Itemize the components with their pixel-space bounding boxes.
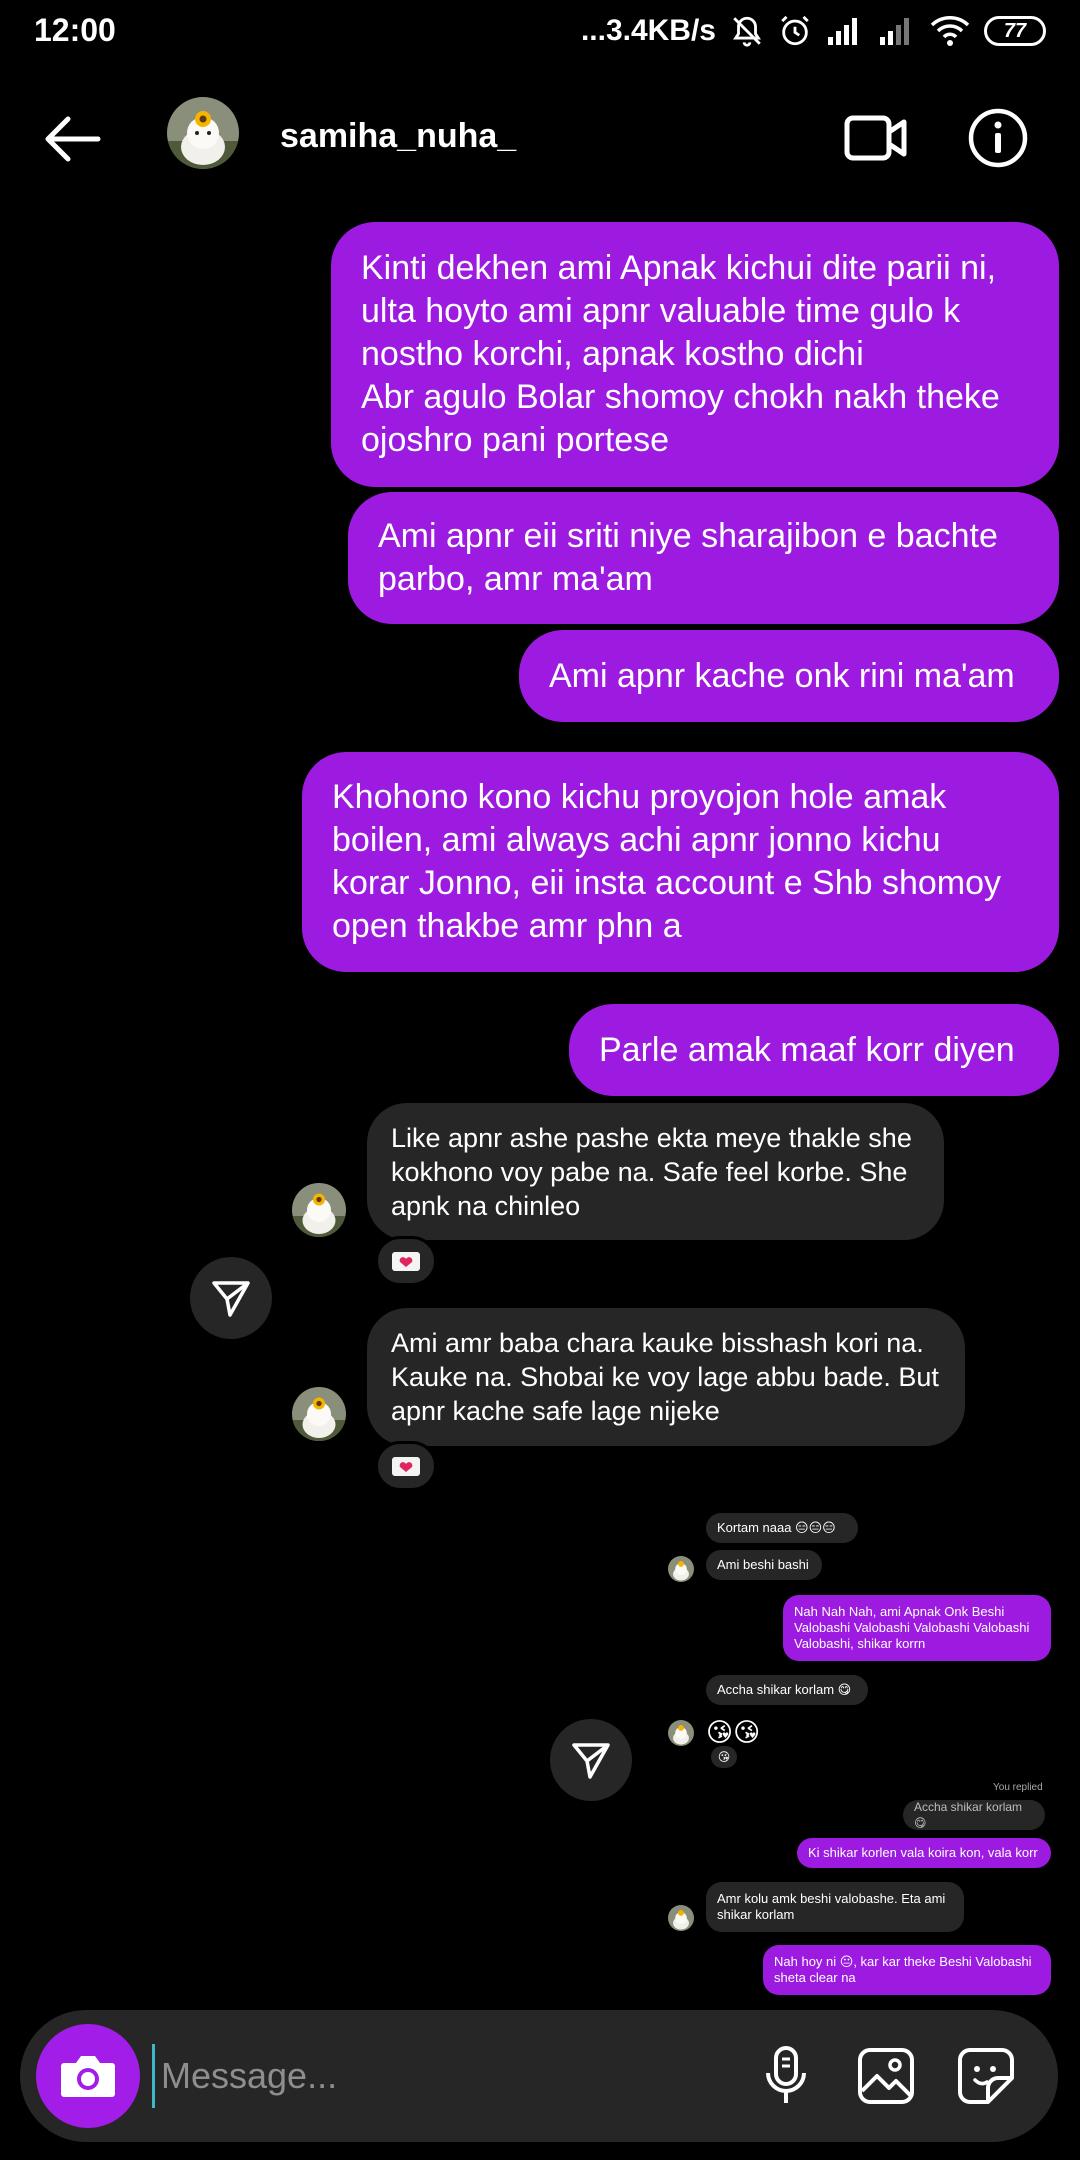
video-call-button[interactable] (840, 102, 912, 174)
received-message[interactable]: Like apnr ashe pashe ekta meye thakle sh… (367, 1103, 944, 1240)
battery-icon: 77 (984, 16, 1046, 46)
microphone-icon (766, 2046, 806, 2103)
signal-icon (828, 18, 857, 45)
mini-emoji-message: 😘😘 (706, 1717, 761, 1747)
arrow-left-icon (45, 116, 101, 162)
reaction-badge[interactable] (375, 1236, 437, 1286)
avatar[interactable] (167, 97, 239, 169)
sent-message[interactable]: Khohono kono kichu proyojon hole amak bo… (302, 752, 1059, 972)
sticker-icon (958, 2048, 1014, 2104)
sent-message[interactable]: Parle amak maaf korr diyen (569, 1004, 1059, 1096)
sent-message[interactable]: Kinti dekhen ami Apnak kichui dite parii… (331, 222, 1059, 487)
avatar (668, 1556, 694, 1582)
you-replied-note: You replied (993, 1782, 1043, 1793)
sticker-button[interactable] (950, 2040, 1022, 2112)
battery-level: 77 (1003, 19, 1027, 42)
camera-icon (61, 2056, 115, 2097)
avatar[interactable] (292, 1183, 346, 1237)
mini-reply-preview: Accha shikar korlam 😋 (903, 1800, 1045, 1830)
sent-message[interactable]: Ami apnr kache onk rini ma'am (519, 630, 1059, 722)
status-time: 12:00 (34, 12, 116, 48)
mini-received-message: Amr kolu amk beshi valobashe. Eta ami sh… (706, 1882, 964, 1932)
video-camera-icon (844, 115, 907, 161)
alarm-icon (781, 15, 809, 46)
received-message[interactable]: Ami amr baba chara kauke bisshash kori n… (367, 1308, 965, 1446)
avatar (668, 1720, 694, 1746)
mini-received-message: Ami beshi bashi (706, 1550, 822, 1580)
image-icon (858, 2048, 914, 2104)
info-icon (968, 108, 1028, 168)
status-bar: 12:00 ...3.4KB/s 77 (0, 0, 1080, 62)
signal-icon (880, 18, 909, 45)
message-composer (20, 2010, 1058, 2142)
avatar[interactable] (292, 1387, 346, 1441)
sent-message[interactable]: Ami apnr eii sriti niye sharajibon e bac… (348, 492, 1059, 624)
status-icons: ...3.4KB/s 77 (581, 10, 1046, 52)
heart-letter-icon (392, 1457, 420, 1476)
heart-letter-icon (392, 1252, 420, 1271)
back-button[interactable] (36, 103, 108, 175)
mini-sent-message: Ki shikar korlen vala koira kon, vala ko… (797, 1838, 1051, 1868)
network-speed: ...3.4KB/s (580, 14, 716, 47)
mini-received-message: Accha shikar korlam 😋 (706, 1675, 868, 1705)
reaction-badge[interactable] (375, 1441, 437, 1491)
info-button[interactable] (962, 102, 1034, 174)
mini-reaction-badge: 😘 (711, 1746, 737, 1768)
paper-plane-icon (212, 1281, 250, 1317)
share-button[interactable] (550, 1719, 632, 1801)
avatar (668, 1905, 694, 1931)
paper-plane-icon (572, 1743, 610, 1779)
camera-button[interactable] (36, 2024, 140, 2128)
mini-sent-message: Nah hoy ni 😐, kar kar theke Beshi Valoba… (763, 1945, 1051, 1995)
mini-sent-message: Nah Nah Nah, ami Apnak Onk Beshi Valobas… (783, 1595, 1051, 1661)
header-username[interactable]: samiha_nuha_ (280, 117, 516, 156)
gallery-button[interactable] (850, 2040, 922, 2112)
share-button[interactable] (190, 1257, 272, 1339)
mini-received-message: Kortam naaa 😑😑😑 (706, 1513, 858, 1543)
wifi-icon (930, 16, 970, 46)
voice-message-button[interactable] (750, 2040, 822, 2112)
message-input[interactable] (152, 2044, 732, 2108)
bell-off-icon (733, 16, 761, 47)
chat-header: samiha_nuha_ (0, 75, 1080, 200)
